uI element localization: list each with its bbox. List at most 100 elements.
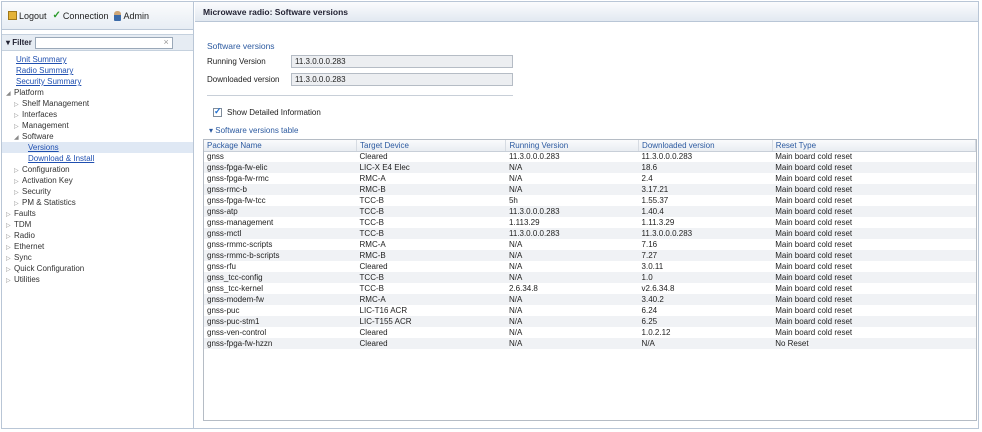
tree-item[interactable]: ▷ Radio — [2, 230, 193, 241]
app-frame: Logout ✓ Connection Admin ▾ Filter × Uni… — [1, 1, 979, 429]
tree-item[interactable]: ▷ Interfaces — [2, 109, 193, 120]
tree-item-label[interactable]: Software — [22, 132, 54, 141]
tree-item-label[interactable]: Configuration — [22, 165, 70, 174]
table-title[interactable]: ▾ Software versions table — [209, 126, 298, 135]
expand-arrow-icon[interactable]: ◢ — [14, 133, 22, 144]
divider — [207, 95, 513, 96]
table-row[interactable]: gnss-mctl TCC-B 11.3.0.0.0.283 11.3.0.0.0.2… — [204, 228, 976, 239]
table-cell: Main board cold reset — [772, 228, 976, 239]
table-cell: 1.55.37 — [641, 196, 669, 205]
column-header[interactable]: Reset Type — [772, 140, 976, 152]
tree-item-label[interactable]: Ethernet — [14, 242, 44, 251]
table-cell: N/A — [508, 262, 523, 271]
tree-item[interactable]: ▷ Utilities — [2, 274, 193, 285]
tree-item[interactable]: Versions — [2, 142, 193, 153]
table-cell: 1.11.3.29 — [641, 218, 675, 227]
tree-item-label[interactable]: Sync — [14, 253, 32, 262]
table-row[interactable]: gnss Cleared 11.3.0.0.0.283 11.3.0.0.0.283 M… — [204, 151, 976, 162]
table-row[interactable]: gnss-puc LIC-T16 ACR N/A 6.24 Main board col… — [204, 305, 976, 316]
table-row[interactable]: gnss-fpga-fw-tcc TCC-B 5h 1.55.37 Main board… — [204, 195, 976, 206]
tree-item[interactable]: ▷ Quick Configuration — [2, 263, 193, 274]
show-details-label[interactable]: Show Detailed Information — [227, 108, 321, 117]
table-cell: N/A — [638, 338, 773, 349]
section-title: Software versions — [207, 41, 275, 51]
table-cell: 11.3.0.0.0.283 — [505, 228, 639, 239]
table-row[interactable]: gnss-modem-fw RMC-A N/A 3.40.2 Main board co… — [204, 294, 976, 305]
expand-arrow-icon[interactable]: ◢ — [6, 89, 14, 100]
tree-item-label[interactable]: Radio Summary — [16, 66, 73, 75]
downloaded-version-row: Downloaded version 11.3.0.0.0.283 — [207, 73, 513, 86]
column-header[interactable]: Running Version — [505, 140, 640, 152]
tree-item[interactable]: Download & Install — [2, 153, 193, 164]
tree-item[interactable]: ◢ Platform — [2, 87, 193, 98]
tree-item[interactable]: ▷ Activation Key — [2, 175, 193, 186]
tree-item-label[interactable]: Versions — [28, 143, 59, 152]
tree-item[interactable]: ▷ Ethernet — [2, 241, 193, 252]
filter-input[interactable]: × — [34, 36, 173, 49]
table-row[interactable]: gnss-fpga-fw-hzzn Cleared N/A N/A No Reset — [204, 338, 976, 349]
table-cell: gnss-mctl — [204, 228, 357, 239]
tree-item-label[interactable]: Faults — [14, 209, 36, 218]
tree-item-label[interactable]: TDM — [14, 220, 31, 229]
table-cell: N/A — [505, 316, 639, 327]
tree-item[interactable]: ◢ Software — [2, 131, 193, 142]
table-row[interactable]: gnss-rmmc-scripts RMC-A N/A 7.16 Main board … — [204, 239, 976, 250]
table-cell: LIC-X E4 Elec — [356, 162, 506, 173]
table-row[interactable]: gnss-atp TCC-B 11.3.0.0.0.283 1.40.4 Main bo… — [204, 206, 976, 217]
tree-item[interactable]: ▷ Faults — [2, 208, 193, 219]
column-header[interactable]: Package Name — [204, 140, 358, 152]
tree-item-label[interactable]: Security Summary — [16, 77, 81, 86]
show-details-checkbox[interactable]: ✓ — [213, 106, 222, 117]
table-cell: Main board cold reset — [772, 250, 976, 261]
connection-button[interactable]: ✓ Connection — [53, 10, 109, 21]
check-icon: ✓ — [52, 10, 61, 21]
table-row[interactable]: gnss-rmmc-b-scripts RMC-B N/A 7.27 Main boar… — [204, 250, 976, 261]
table-row[interactable]: gnss_tcc-config TCC-B N/A 1.0 Main board col… — [204, 272, 976, 283]
table-row[interactable]: gnss-rmc-b RMC-B N/A 3.17.21 Main board cold… — [204, 184, 976, 195]
table-row[interactable]: gnss-management TCC-B 1.113.29 1.11.3.29 Mai… — [204, 217, 976, 228]
tree-item-label[interactable]: Activation Key — [22, 176, 73, 185]
tree-item-label[interactable]: Platform — [14, 88, 44, 97]
tree-item[interactable]: ▷ Security — [2, 186, 193, 197]
table-cell: TCC-B — [356, 272, 506, 283]
table-cell: gnss-rfu — [207, 262, 236, 271]
tree-item[interactable]: Unit Summary — [2, 54, 193, 65]
tree-item-label[interactable]: Utilities — [14, 275, 40, 284]
tree-item[interactable]: ▷ Sync — [2, 252, 193, 263]
tree-item-label[interactable]: Download & Install — [28, 154, 94, 163]
table-row[interactable]: gnss-puc-stm1 LIC-T155 ACR N/A 6.25 Main boa… — [204, 316, 976, 327]
tree-item-label[interactable]: Quick Configuration — [14, 264, 84, 273]
table-row[interactable]: gnss-rfu Cleared N/A 3.0.11 Main board cold … — [204, 261, 976, 272]
table-row[interactable]: gnss_tcc-kernel TCC-B 2.6.34.8 v2.6.34.8 Mai… — [204, 283, 976, 294]
column-header[interactable]: Target Device — [356, 140, 507, 152]
table-row[interactable]: gnss-ven-control Cleared N/A 1.0.2.12 Main b… — [204, 327, 976, 338]
table-cell: TCC-B — [359, 218, 384, 227]
table-row[interactable]: gnss-fpga-fw-rmc RMC-A N/A 2.4 Main board co… — [204, 173, 976, 184]
downloaded-version-label: Downloaded version — [207, 75, 280, 84]
tree-item-label[interactable]: Radio — [14, 231, 35, 240]
logout-button[interactable]: Logout — [8, 11, 47, 21]
admin-button[interactable]: Admin — [114, 10, 149, 21]
tree-item[interactable]: ▷ Management — [2, 120, 193, 131]
table-cell: 6.25 — [638, 316, 773, 327]
tree-item-label[interactable]: PM & Statistics — [22, 198, 76, 207]
table-row[interactable]: gnss-fpga-fw-elic LIC-X E4 Elec N/A 18.6 Mai… — [204, 162, 976, 173]
tree-item-label[interactable]: Security — [22, 187, 51, 196]
tree-item-label[interactable]: Shelf Management — [22, 99, 89, 108]
table-cell: RMC-B — [356, 184, 506, 195]
column-header[interactable]: Downloaded version — [638, 140, 773, 152]
table-cell: N/A — [508, 328, 523, 337]
tree-item-label[interactable]: Management — [22, 121, 69, 130]
tree-item[interactable]: Security Summary — [2, 76, 193, 87]
versions-table: Package Name Target Device Running Versi… — [203, 139, 977, 421]
tree-item[interactable]: ▷ TDM — [2, 219, 193, 230]
tree-item[interactable]: ▷ Configuration — [2, 164, 193, 175]
filter-label[interactable]: ▾ Filter — [6, 38, 32, 47]
tree-item[interactable]: ▷ Shelf Management — [2, 98, 193, 109]
tree-item-label[interactable]: Interfaces — [22, 110, 57, 119]
expand-arrow-icon[interactable]: ▷ — [6, 276, 14, 287]
clear-icon[interactable]: × — [164, 37, 169, 47]
tree-item-label[interactable]: Unit Summary — [16, 55, 67, 64]
tree-item[interactable]: ▷ PM & Statistics — [2, 197, 193, 208]
tree-item[interactable]: Radio Summary — [2, 65, 193, 76]
